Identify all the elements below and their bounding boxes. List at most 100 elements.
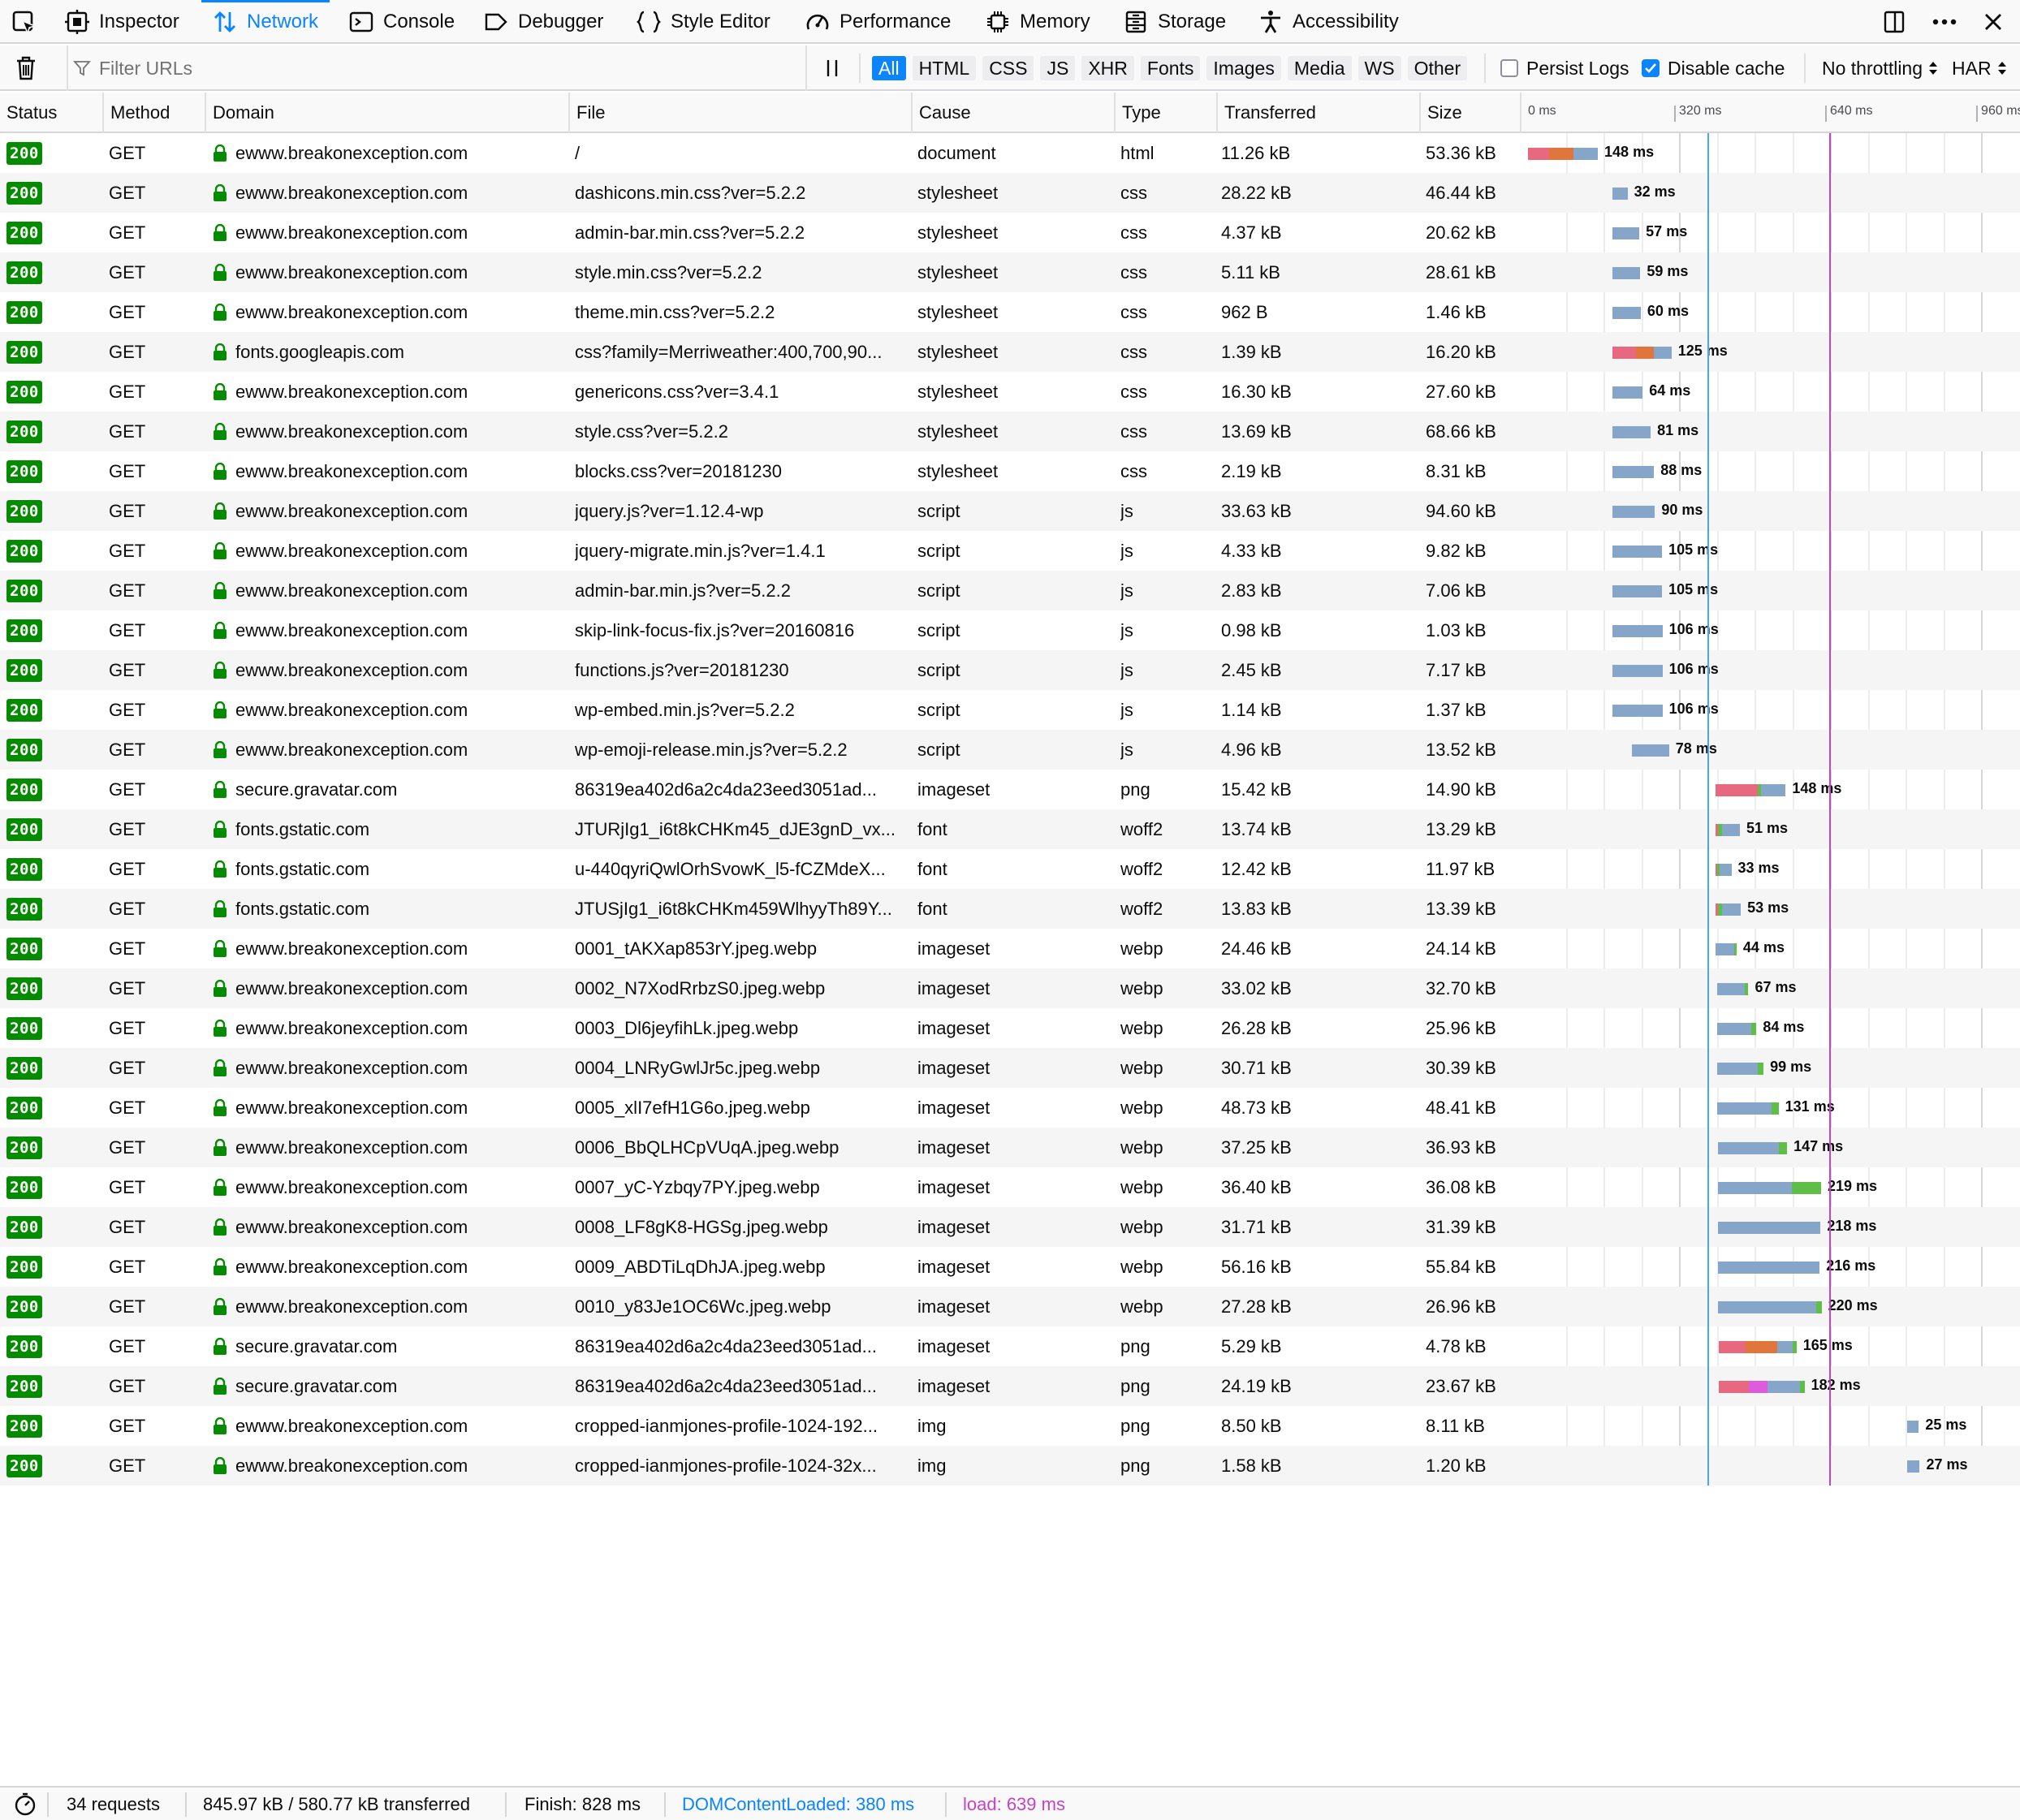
- filter-type-media[interactable]: Media: [1287, 56, 1352, 80]
- throttling-select[interactable]: No throttling: [1822, 45, 1939, 91]
- dock-side-icon[interactable]: [1882, 10, 1906, 34]
- request-row[interactable]: 200 GET fonts.gstatic.com JTUSjIg1_i6t8kCHK…: [0, 889, 2020, 929]
- request-row[interactable]: 200 GET fonts.googleapis.com css?family=Mer…: [0, 332, 2020, 372]
- tab-console[interactable]: Console: [349, 0, 455, 44]
- request-row[interactable]: 200 GET ewww.breakonexception.com style.min…: [0, 252, 2020, 292]
- domain-cell: ewww.breakonexception.com: [213, 1008, 568, 1048]
- close-icon[interactable]: [1983, 11, 2004, 32]
- tab-memory[interactable]: Memory: [986, 0, 1090, 44]
- request-row[interactable]: 200 GET ewww.breakonexception.com wp-emoji-…: [0, 730, 2020, 770]
- clear-trash-icon[interactable]: [15, 55, 37, 81]
- request-row[interactable]: 200 GET ewww.breakonexception.com 0002_N7Xo…: [0, 968, 2020, 1008]
- column-header-transferred[interactable]: Transferred: [1216, 93, 1419, 133]
- filter-type-js[interactable]: JS: [1040, 56, 1076, 80]
- domain-cell: fonts.gstatic.com: [213, 849, 568, 889]
- request-row[interactable]: 200 GET secure.gravatar.com 86319ea402d6a2c…: [0, 770, 2020, 809]
- pause-icon[interactable]: [823, 58, 841, 78]
- request-row[interactable]: 200 GET ewww.breakonexception.com / document…: [0, 133, 2020, 173]
- size-cell: 4.78 kB: [1426, 1335, 1487, 1356]
- status-cell: 200: [6, 292, 102, 332]
- tab-accessibility[interactable]: Accessibility: [1258, 0, 1399, 44]
- request-row[interactable]: 200 GET ewww.breakonexception.com 0006_BbQL…: [0, 1128, 2020, 1167]
- request-row[interactable]: 200 GET ewww.breakonexception.com skip-link…: [0, 610, 2020, 650]
- request-row[interactable]: 200 GET ewww.breakonexception.com cropped-i…: [0, 1446, 2020, 1486]
- request-row[interactable]: 200 GET ewww.breakonexception.com jquery.js…: [0, 491, 2020, 531]
- status-cell: 200: [6, 571, 102, 610]
- tab-style-editor[interactable]: Style Editor: [637, 0, 770, 44]
- status-badge: 200: [6, 1295, 42, 1318]
- request-row[interactable]: 200 GET ewww.breakonexception.com 0005_xlI7…: [0, 1088, 2020, 1128]
- request-row[interactable]: 200 GET ewww.breakonexception.com 0008_LF8g…: [0, 1207, 2020, 1247]
- request-row[interactable]: 200 GET ewww.breakonexception.com 0009_ABDT…: [0, 1247, 2020, 1287]
- method-cell: GET: [109, 659, 146, 680]
- persist-logs-toggle[interactable]: Persist Logs: [1500, 45, 1629, 91]
- column-header-method[interactable]: Method: [102, 93, 205, 133]
- request-row[interactable]: 200 GET ewww.breakonexception.com style.css…: [0, 412, 2020, 451]
- size-cell: 46.44 kB: [1426, 182, 1496, 203]
- filter-type-css[interactable]: CSS: [982, 56, 1034, 80]
- request-row[interactable]: 200 GET ewww.breakonexception.com jquery-mi…: [0, 531, 2020, 571]
- request-row[interactable]: 200 GET ewww.breakonexception.com dashicons…: [0, 173, 2020, 213]
- filter-urls-input[interactable]: [99, 57, 797, 80]
- filter-type-images[interactable]: Images: [1206, 56, 1281, 80]
- request-row[interactable]: 200 GET secure.gravatar.com 86319ea402d6a2c…: [0, 1366, 2020, 1406]
- request-row[interactable]: 200 GET ewww.breakonexception.com genericon…: [0, 372, 2020, 412]
- request-row[interactable]: 200 GET ewww.breakonexception.com cropped-i…: [0, 1406, 2020, 1446]
- column-header-type[interactable]: Type: [1114, 93, 1216, 133]
- performance-analysis-button[interactable]: [13, 1788, 37, 1820]
- size-cell: 1.37 kB: [1426, 699, 1487, 720]
- request-row[interactable]: 200 GET ewww.breakonexception.com functions…: [0, 650, 2020, 690]
- file-cell: admin-bar.min.js?ver=5.2.2: [575, 580, 791, 601]
- tab-performance[interactable]: Performance: [805, 0, 951, 44]
- har-menu-button[interactable]: HAR: [1952, 45, 2008, 91]
- status-badge: 200: [6, 778, 42, 801]
- filter-type-all[interactable]: All: [872, 56, 906, 80]
- timing-bar-segment: [1718, 1381, 1749, 1393]
- request-row[interactable]: 200 GET ewww.breakonexception.com wp-embed.…: [0, 690, 2020, 730]
- element-picker-icon[interactable]: [11, 10, 37, 36]
- column-header-cause[interactable]: Cause: [911, 93, 1114, 133]
- column-header-size[interactable]: Size: [1419, 93, 1520, 133]
- status-cell: 200: [6, 1048, 102, 1088]
- transferred-cell: 5.29 kB: [1221, 1335, 1282, 1356]
- request-row[interactable]: 200 GET ewww.breakonexception.com 0010_y83J…: [0, 1287, 2020, 1326]
- filter-type-other[interactable]: Other: [1407, 56, 1468, 80]
- request-row[interactable]: 200 GET ewww.breakonexception.com 0004_LNRy…: [0, 1048, 2020, 1088]
- column-header-waterfall[interactable]: 0 ms 320 ms 640 ms 960 ms: [1520, 93, 2020, 133]
- domain-cell: ewww.breakonexception.com: [213, 531, 568, 571]
- column-header-file[interactable]: File: [568, 93, 911, 133]
- tab-network[interactable]: Network: [201, 0, 330, 44]
- method-cell: GET: [109, 898, 146, 919]
- disable-cache-checkbox[interactable]: [1642, 59, 1660, 77]
- tab-inspector[interactable]: Inspector: [65, 0, 179, 44]
- request-row[interactable]: 200 GET ewww.breakonexception.com admin-bar…: [0, 571, 2020, 610]
- domain-text: ewww.breakonexception.com: [235, 460, 468, 481]
- request-row[interactable]: 200 GET ewww.breakonexception.com blocks.cs…: [0, 451, 2020, 491]
- filter-type-fonts[interactable]: Fonts: [1140, 56, 1201, 80]
- request-row[interactable]: 200 GET fonts.gstatic.com u-440qyriQwlOrhSv…: [0, 849, 2020, 889]
- file-cell: 0005_xlI7efH1G6o.jpeg.webp: [575, 1097, 810, 1118]
- request-row[interactable]: 200 GET ewww.breakonexception.com admin-bar…: [0, 213, 2020, 252]
- persist-logs-checkbox[interactable]: [1500, 59, 1518, 77]
- more-options-icon[interactable]: [1931, 10, 1958, 34]
- filter-type-xhr[interactable]: XHR: [1081, 56, 1134, 80]
- request-row[interactable]: 200 GET ewww.breakonexception.com 0001_tAKX…: [0, 929, 2020, 968]
- request-row[interactable]: 200 GET ewww.breakonexception.com 0007_yC-Y…: [0, 1167, 2020, 1207]
- method-cell: GET: [109, 1415, 146, 1436]
- timing-label: 64 ms: [1649, 382, 1691, 399]
- request-row[interactable]: 200 GET fonts.gstatic.com JTURjIg1_i6t8kCHK…: [0, 809, 2020, 849]
- tab-storage[interactable]: Storage: [1124, 0, 1226, 44]
- disable-cache-toggle[interactable]: Disable cache: [1642, 45, 1785, 91]
- transferred-cell: 13.69 kB: [1221, 420, 1292, 442]
- filter-type-ws[interactable]: WS: [1357, 56, 1401, 80]
- method-cell: GET: [109, 938, 146, 959]
- request-row[interactable]: 200 GET secure.gravatar.com 86319ea402d6a2c…: [0, 1326, 2020, 1366]
- column-header-status[interactable]: Status: [0, 93, 102, 133]
- cause-cell: script: [917, 500, 960, 521]
- column-header-domain[interactable]: Domain: [205, 93, 568, 133]
- request-row[interactable]: 200 GET ewww.breakonexception.com theme.min…: [0, 292, 2020, 332]
- tab-debugger[interactable]: Debugger: [484, 0, 603, 44]
- request-row[interactable]: 200 GET ewww.breakonexception.com 0003_Dl6j…: [0, 1008, 2020, 1048]
- filter-type-html[interactable]: HTML: [912, 56, 977, 80]
- file-cell: 86319ea402d6a2c4da23eed3051ad...: [575, 1335, 877, 1356]
